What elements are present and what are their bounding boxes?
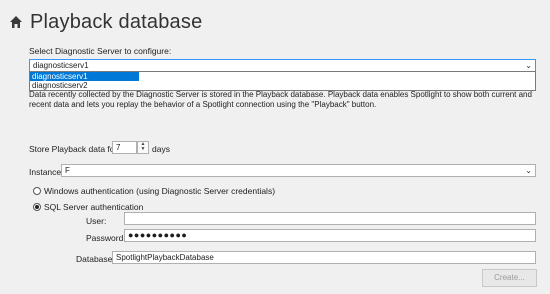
- chevron-down-icon[interactable]: ⌄: [525, 165, 532, 176]
- user-label: User:: [86, 216, 107, 226]
- database-label: Database:: [76, 254, 115, 264]
- description-text: Data recently collected by the Diagnosti…: [29, 90, 532, 109]
- server-select-value: diagnosticserv1: [33, 61, 89, 70]
- user-input[interactable]: [124, 212, 536, 225]
- create-button[interactable]: Create...: [482, 269, 537, 287]
- windows-auth-label[interactable]: Windows authentication (using Diagnostic…: [44, 186, 275, 196]
- page-header: Playback database: [9, 9, 202, 35]
- store-unit-label: days: [152, 144, 170, 154]
- store-days-input[interactable]: 7: [112, 141, 137, 154]
- store-days-stepper[interactable]: ▲ ▼: [137, 141, 149, 154]
- password-input[interactable]: ●●●●●●●●●●: [124, 229, 536, 242]
- server-select-label: Select Diagnostic Server to configure:: [29, 46, 172, 56]
- spin-down-icon[interactable]: ▼: [138, 147, 148, 152]
- server-dropdown-list: diagnosticserv1 diagnosticserv2: [29, 71, 536, 91]
- sql-auth-radio[interactable]: [33, 203, 41, 211]
- server-option-2[interactable]: diagnosticserv2: [30, 81, 535, 90]
- store-label: Store Playback data for: [29, 144, 118, 154]
- sql-auth-label[interactable]: SQL Server authentication: [44, 202, 143, 212]
- chevron-down-icon[interactable]: ⌄: [525, 60, 532, 71]
- home-icon[interactable]: [9, 15, 23, 29]
- windows-auth-radio[interactable]: [33, 187, 41, 195]
- instance-label: Instance:: [29, 167, 64, 177]
- instance-value: F: [65, 166, 70, 175]
- password-label: Password:: [86, 233, 126, 243]
- database-input[interactable]: SpotlightPlaybackDatabase: [112, 251, 536, 264]
- server-option-1[interactable]: diagnosticserv1: [30, 72, 139, 81]
- page-title: Playback database: [30, 10, 203, 33]
- instance-select[interactable]: F ⌄: [61, 164, 536, 177]
